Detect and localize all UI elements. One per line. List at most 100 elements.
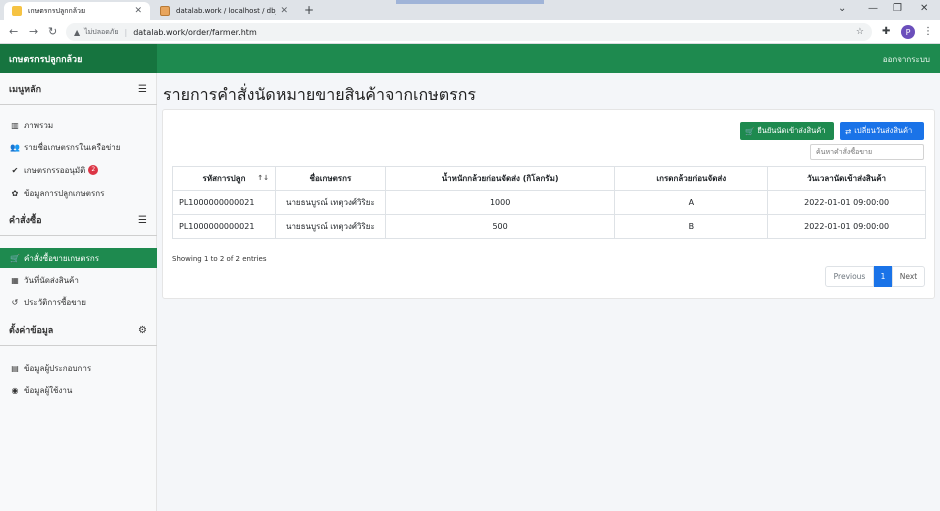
sidebar-item-label: เกษตรกรรออนุมัติ <box>24 165 86 175</box>
bars-icon[interactable]: ☰ <box>138 215 147 226</box>
building-icon: ▤ <box>11 363 19 373</box>
browser-toolbar: ← → ↻ ▲ ไม่ปลอดภัย | datalab.work/order/… <box>0 20 940 44</box>
sidebar-item-label: คำสั่งซื้อขายเกษตรกร <box>24 253 99 263</box>
tab-title: เกษตรกรปลูกกล้วย <box>28 6 86 15</box>
history-icon: ↺ <box>11 297 19 307</box>
next-page-button[interactable]: Next <box>892 266 925 287</box>
not-secure-label[interactable]: ไม่ปลอดภัย <box>84 27 118 38</box>
sidebar-item-pending-farmers[interactable]: ✔ เกษตรกรรออนุมัติ 2 <box>0 160 157 180</box>
calendar-icon: ▦ <box>11 275 19 285</box>
logout-link[interactable]: ออกจากระบบ <box>883 53 930 66</box>
sidebar-item-business-info[interactable]: ▤ ข้อมูลผู้ประกอบการ <box>0 358 157 378</box>
cart-icon: 🛒 <box>745 126 755 136</box>
header-label: รหัสการปลูก <box>202 174 246 183</box>
sidebar-item-user-info[interactable]: ◉ ข้อมูลผู้ใช้งาน <box>0 380 157 400</box>
url-text[interactable]: datalab.work/order/farmer.htm <box>133 28 257 37</box>
check-circle-icon: ✔ <box>11 165 19 175</box>
previous-page-button[interactable]: Previous <box>825 266 874 287</box>
bookmark-star-icon[interactable]: ☆ <box>856 27 864 37</box>
pending-count-badge: 2 <box>88 165 99 175</box>
section-title: คำสั่งซื้อ <box>9 216 42 226</box>
divider <box>0 104 157 105</box>
sidebar-item-overview[interactable]: ▥ ภาพรวม <box>0 115 157 135</box>
cell-grade: A <box>614 190 769 215</box>
cell-plant-code: PL1000000000021 <box>172 214 276 239</box>
page-1-button[interactable]: 1 <box>874 266 892 287</box>
sidebar-item-label: ประวัติการซื้อขาย <box>24 297 86 307</box>
browser-tab-inactive[interactable]: datalab.work / localhost / db_ba ✕ <box>152 2 296 20</box>
cell-grade: B <box>614 214 769 239</box>
table-row[interactable]: PL1000000000021 นายธนบูรณ์ เทตุวงศ์วิริย… <box>172 190 926 215</box>
chart-icon: ▥ <box>11 120 19 130</box>
sidebar-item-delivery-dates[interactable]: ▦ วันที่นัดส่งสินค้า <box>0 270 157 290</box>
database-favicon-icon <box>160 6 170 16</box>
confirm-delivery-button[interactable]: 🛒 ยืนยันนัดเข้าส่งสินค้า <box>740 122 834 140</box>
orders-table: รหัสการปลูก ↑↓ ชื่อเกษตรกร น้ำหนักกล้วยก… <box>172 166 926 239</box>
main-content: รายการคำสั่งนัดหมายขายสินค้าจากเกษตรกร 🛒… <box>157 73 940 511</box>
brand-title[interactable]: เกษตรกรปลูกกล้วย <box>0 44 157 73</box>
table-row[interactable]: PL1000000000021 นายธนบูรณ์ เทตุวงศ์วิริย… <box>172 214 926 239</box>
sidebar: เมนูหลัก ☰ ▥ ภาพรวม 👥 รายชื่อเกษตรกรในเค… <box>0 73 157 511</box>
cell-appointment: 2022-01-01 09:00:00 <box>767 190 926 215</box>
table-info: Showing 1 to 2 of 2 entries <box>172 255 267 263</box>
column-header-appointment[interactable]: วันเวลานัดเข้าส่งสินค้า <box>767 166 926 191</box>
sidebar-item-farmer-orders[interactable]: 🛒 คำสั่งซื้อขายเกษตรกร <box>0 248 157 268</box>
sidebar-item-label: ภาพรวม <box>24 120 54 130</box>
cell-weight: 500 <box>384 214 616 239</box>
sidebar-item-trade-history[interactable]: ↺ ประวัติการซื้อขาย <box>0 292 157 312</box>
browser-tab-active[interactable]: เกษตรกรปลูกกล้วย ✕ <box>4 2 150 20</box>
section-settings: ตั้งค่าข้อมูล ⚙ <box>0 318 157 342</box>
reload-icon[interactable]: ↻ <box>48 25 57 38</box>
browser-tab-strip: เกษตรกรปลูกกล้วย ✕ datalab.work / localh… <box>0 0 940 20</box>
close-window-icon[interactable]: ✕ <box>920 3 928 14</box>
column-header-plant-code[interactable]: รหัสการปลูก ↑↓ <box>172 166 276 191</box>
section-main-menu: เมนูหลัก ☰ <box>0 77 157 101</box>
button-label: ยืนยันนัดเข้าส่งสินค้า <box>757 126 826 135</box>
forward-icon[interactable]: → <box>29 25 38 38</box>
divider <box>0 345 157 346</box>
maximize-icon[interactable]: ❐ <box>893 3 902 14</box>
sidebar-item-planting-data[interactable]: ✿ ข้อมูลการปลูกเกษตรกร <box>0 183 157 203</box>
sidebar-item-label: วันที่นัดส่งสินค้า <box>24 275 79 285</box>
sidebar-item-label: ข้อมูลผู้ใช้งาน <box>24 385 73 395</box>
extensions-puzzle-icon[interactable]: ✚ <box>882 26 890 37</box>
sidebar-item-label: รายชื่อเกษตรกรในเครือข่าย <box>24 142 121 152</box>
sort-icon[interactable]: ↑↓ <box>257 174 269 182</box>
orders-card: 🛒 ยืนยันนัดเข้าส่งสินค้า ⇄ เปลี่ยนวันส่ง… <box>162 109 935 299</box>
cell-weight: 1000 <box>384 190 616 215</box>
exchange-icon: ⇄ <box>845 126 852 136</box>
change-delivery-date-button[interactable]: ⇄ เปลี่ยนวันส่งสินค้า <box>840 122 924 140</box>
cart-icon: 🛒 <box>10 253 20 263</box>
profile-avatar[interactable]: P <box>901 25 915 39</box>
window-accent <box>396 0 544 4</box>
site-favicon-icon <box>12 6 22 16</box>
sidebar-item-farmer-network[interactable]: 👥 รายชื่อเกษตรกรในเครือข่าย <box>0 137 157 157</box>
table-header-row: รหัสการปลูก ↑↓ ชื่อเกษตรกร น้ำหนักกล้วยก… <box>172 166 926 191</box>
column-header-weight[interactable]: น้ำหนักกล้วยก่อนจัดส่ง (กิโลกรัม) <box>384 166 616 191</box>
page-title: รายการคำสั่งนัดหมายขายสินค้าจากเกษตรกร <box>163 85 476 104</box>
address-bar[interactable]: ▲ ไม่ปลอดภัย | datalab.work/order/farmer… <box>66 23 872 41</box>
column-header-grade[interactable]: เกรดกล้วยก่อนจัดส่ง <box>614 166 769 191</box>
app-header: เกษตรกรปลูกกล้วย ออกจากระบบ <box>0 44 940 73</box>
cell-farmer-name: นายธนบูรณ์ เทตุวงศ์วิริยะ <box>274 190 386 215</box>
section-orders: คำสั่งซื้อ ☰ <box>0 208 157 232</box>
bars-icon[interactable]: ☰ <box>138 84 147 95</box>
browser-menu-icon[interactable]: ⋮ <box>923 26 933 37</box>
tab-title: datalab.work / localhost / db_ba <box>176 7 276 15</box>
sidebar-item-label: ข้อมูลผู้ประกอบการ <box>24 363 92 373</box>
back-icon[interactable]: ← <box>9 25 18 38</box>
user-circle-icon: ◉ <box>11 385 19 395</box>
new-tab-button[interactable]: + <box>304 3 314 17</box>
cell-plant-code: PL1000000000021 <box>172 190 276 215</box>
divider <box>0 235 157 236</box>
address-separator: | <box>124 27 128 37</box>
search-input[interactable] <box>810 144 924 160</box>
cogs-icon[interactable]: ⚙ <box>138 325 147 336</box>
minimize-icon[interactable]: — <box>868 3 878 14</box>
column-header-farmer-name[interactable]: ชื่อเกษตรกร <box>274 166 386 191</box>
tab-close-icon[interactable]: ✕ <box>280 6 288 16</box>
warning-triangle-icon[interactable]: ▲ <box>74 28 80 37</box>
tab-close-icon[interactable]: ✕ <box>134 6 142 16</box>
section-title: ตั้งค่าข้อมูล <box>9 326 54 336</box>
tab-search-icon[interactable]: ⌄ <box>838 3 846 14</box>
